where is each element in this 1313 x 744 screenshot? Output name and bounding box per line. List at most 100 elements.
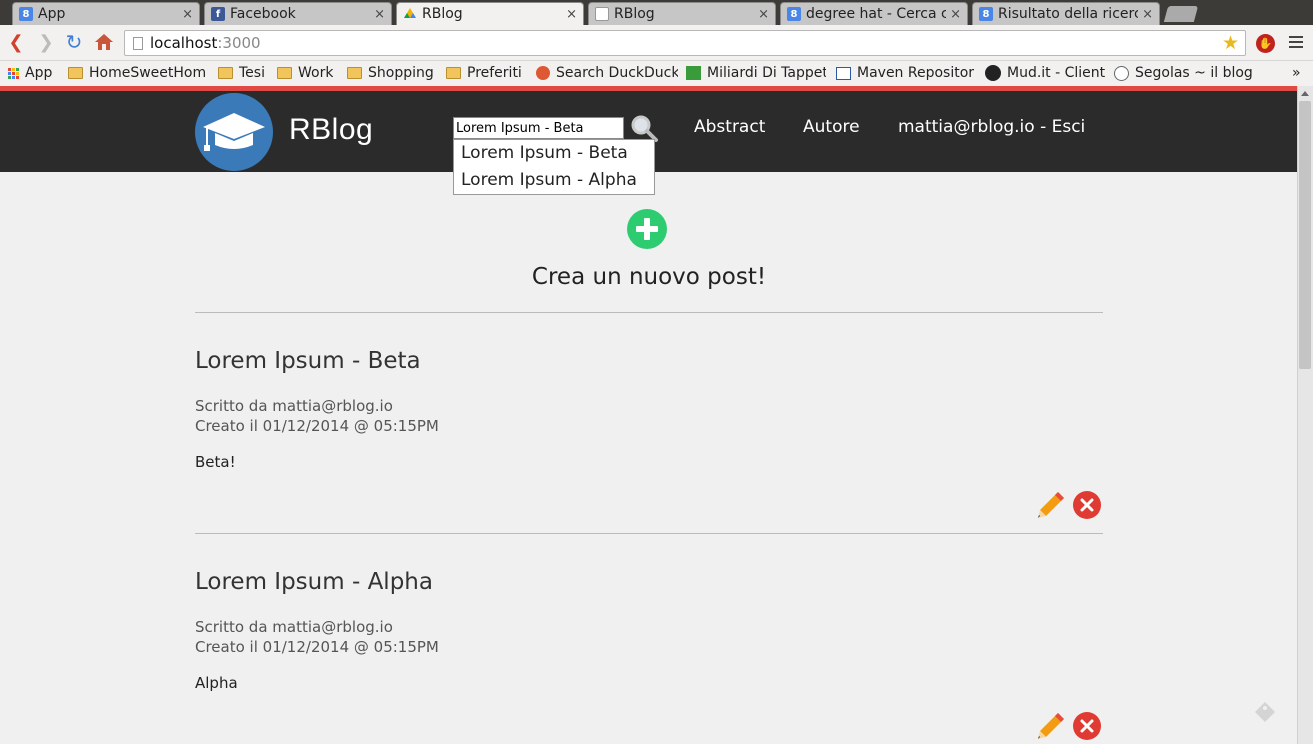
folder-icon [218, 67, 233, 79]
bookmark-label: Preferiti [467, 65, 522, 81]
bookmark-apps[interactable]: App [8, 65, 52, 81]
bookmark-work[interactable]: Work [277, 65, 333, 81]
edit-pencil-icon[interactable] [1036, 490, 1066, 520]
graduation-cap-logo-icon[interactable] [195, 93, 273, 171]
apps-grid-icon [8, 67, 19, 79]
tag-icon[interactable] [1254, 701, 1276, 723]
bookmark-preferiti[interactable]: Preferiti [446, 65, 522, 81]
browser-tab-strip: 8 App × f Facebook × RBlog × RBlog × 8 d… [0, 0, 1313, 25]
browser-tab-rblog[interactable]: RBlog × [588, 2, 776, 25]
edit-pencil-icon[interactable] [1036, 711, 1066, 741]
site-brand[interactable]: RBlog [289, 113, 373, 147]
delete-icon[interactable] [1073, 712, 1101, 740]
search-autocomplete-list: Lorem Ipsum - Beta Lorem Ipsum - Alpha [453, 139, 655, 195]
home-icon[interactable] [93, 31, 115, 53]
google-icon: 8 [787, 7, 801, 21]
bookmark-tesi[interactable]: Tesi [218, 65, 265, 81]
drive-icon [403, 7, 417, 21]
browser-menu-icon[interactable] [1289, 36, 1303, 51]
forward-icon[interactable]: ❯ [35, 31, 57, 53]
bookmark-label: App [25, 65, 53, 81]
facebook-icon: f [211, 7, 225, 21]
tab-title: Risultato della ricerc [998, 6, 1139, 22]
autocomplete-item[interactable]: Lorem Ipsum - Beta [454, 140, 654, 167]
divider [195, 533, 1103, 534]
bookmark-label: Tesi [239, 65, 265, 81]
bookmark-label: Maven Repositor [857, 65, 975, 81]
tab-title: Facebook [230, 6, 296, 22]
duckduckgo-icon [536, 66, 550, 80]
bookmark-homesweethome[interactable]: HomeSweetHom [68, 65, 208, 81]
post-author: Scritto da mattia@rblog.io [195, 618, 393, 636]
post-created-date: Creato il 01/12/2014 @ 05:15PM [195, 638, 439, 656]
autocomplete-item[interactable]: Lorem Ipsum - Alpha [454, 167, 654, 194]
bookmark-label: Segolas ~ il blog a [1135, 65, 1254, 81]
tab-title: degree hat - Cerca co [806, 6, 947, 22]
scroll-up-arrow-icon[interactable] [1301, 91, 1309, 96]
create-post-link[interactable]: Crea un nuovo post! [195, 264, 1103, 290]
ln-icon [686, 66, 701, 80]
bookmarks-bar: App HomeSweetHom Tesi Work Shopping Pref… [0, 61, 1313, 86]
browser-tab-degree-hat[interactable]: 8 degree hat - Cerca co × [780, 2, 968, 25]
post-author: Scritto da mattia@rblog.io [195, 397, 393, 415]
post-body: Alpha [195, 674, 238, 692]
close-tab-icon[interactable]: × [758, 7, 769, 22]
delete-icon[interactable] [1073, 491, 1101, 519]
nav-author-link[interactable]: Autore [803, 117, 860, 137]
close-tab-icon[interactable]: × [374, 7, 385, 22]
tab-title: RBlog [614, 6, 655, 22]
nav-abstract-link[interactable]: Abstract [694, 117, 765, 137]
add-post-icon[interactable] [627, 209, 667, 249]
close-tab-icon[interactable]: × [950, 7, 961, 22]
scrollbar-thumb[interactable] [1299, 101, 1311, 369]
bookmark-label: Search DuckDuck [556, 65, 678, 81]
bookmark-maven[interactable]: Maven Repositor [836, 65, 976, 81]
post-title[interactable]: Lorem Ipsum - Alpha [195, 569, 433, 595]
search-input[interactable] [453, 117, 624, 139]
google-icon: 8 [19, 7, 33, 21]
post-body: Beta! [195, 453, 236, 471]
close-tab-icon[interactable]: × [182, 7, 193, 22]
post-title[interactable]: Lorem Ipsum - Beta [195, 348, 421, 374]
folder-icon [277, 67, 292, 79]
wordpress-icon [1114, 65, 1129, 81]
bookmark-miliardi[interactable]: Miliardi Di Tappet [686, 65, 826, 81]
folder-icon [446, 67, 461, 79]
address-port: :3000 [217, 34, 261, 52]
mvn-icon [836, 66, 851, 80]
mud-icon [985, 65, 1001, 81]
bookmark-star-icon[interactable]: ★ [1222, 32, 1239, 54]
bookmark-duckduckgo[interactable]: Search DuckDuck [536, 65, 678, 81]
bookmark-shopping[interactable]: Shopping [347, 65, 434, 81]
bookmark-label: Mud.it - Client [1007, 65, 1106, 81]
bookmark-label: Shopping [368, 65, 434, 81]
address-host: localhost [150, 34, 218, 52]
bookmark-label: Work [298, 65, 334, 81]
bookmark-label: Miliardi Di Tappet [707, 65, 826, 81]
search-icon[interactable] [630, 114, 658, 142]
page-icon [595, 7, 609, 21]
address-bar[interactable]: localhost:3000 [124, 30, 1246, 56]
bookmark-mud[interactable]: Mud.it - Client [985, 65, 1105, 81]
adblock-icon[interactable]: ✋ [1256, 34, 1275, 53]
nav-user-logout-link[interactable]: mattia@rblog.io - Esci [898, 117, 1085, 137]
folder-icon [347, 67, 362, 79]
bookmark-label: HomeSweetHom [89, 65, 207, 81]
close-tab-icon[interactable]: × [1142, 7, 1153, 22]
browser-tab-app[interactable]: 8 App × [12, 2, 200, 25]
new-tab-button[interactable] [1163, 6, 1199, 22]
page-icon [133, 36, 143, 50]
browser-tab-risultato[interactable]: 8 Risultato della ricerc × [972, 2, 1160, 25]
folder-icon [68, 67, 83, 79]
browser-tab-rblog-active[interactable]: RBlog × [396, 2, 584, 25]
tab-title: App [38, 6, 66, 22]
bookmarks-overflow-icon[interactable]: » [1292, 65, 1301, 81]
reload-icon[interactable]: ↻ [63, 30, 85, 54]
tab-title: RBlog [422, 6, 463, 22]
bookmark-segolas[interactable]: Segolas ~ il blog a [1114, 65, 1254, 81]
divider [195, 312, 1103, 313]
close-tab-icon[interactable]: × [566, 7, 577, 22]
browser-tab-facebook[interactable]: f Facebook × [204, 2, 392, 25]
back-icon[interactable]: ❮ [5, 31, 27, 53]
google-icon: 8 [979, 7, 993, 21]
